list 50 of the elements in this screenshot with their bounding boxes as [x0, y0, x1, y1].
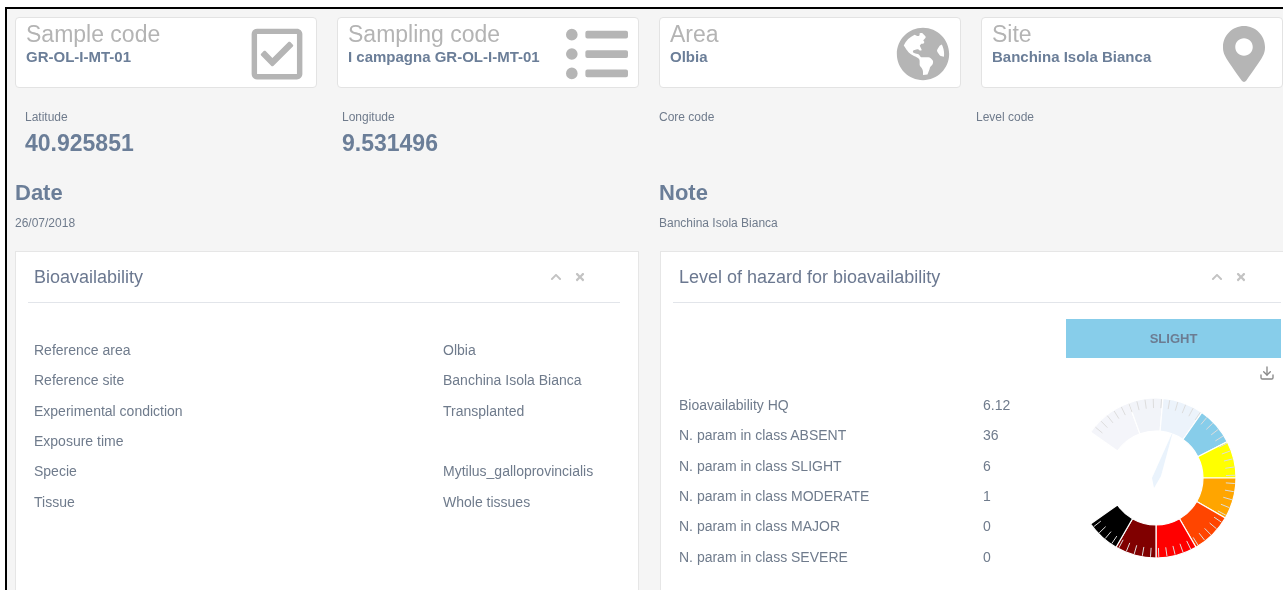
field-label: Core code	[659, 110, 716, 124]
card-value: GR-OL-I-MT-01	[26, 48, 132, 65]
field-label: Reference area	[34, 342, 132, 359]
card-value: I campagna GR-OL-I-MT-01	[348, 48, 540, 65]
field-label: N. param in class ABSENT	[679, 427, 848, 444]
field-value: 40.925851	[25, 130, 135, 157]
field-label: Exposure time	[34, 433, 125, 450]
field-value: Whole tissues	[443, 493, 532, 510]
field-label: Experimental condiction	[34, 402, 184, 419]
collapse-icon[interactable]	[550, 271, 562, 283]
field-value: Mytilus_galloprovincialis	[443, 463, 595, 480]
card-title: Sample code	[26, 20, 161, 48]
section-title: Note	[659, 180, 709, 206]
card-title: Sampling code	[348, 20, 502, 48]
field-label: Reference site	[34, 372, 126, 389]
close-icon[interactable]	[1235, 271, 1247, 283]
close-icon[interactable]	[574, 271, 586, 283]
field-value: 6.12	[983, 397, 1012, 414]
card-value: Banchina Isola Bianca	[992, 48, 1152, 65]
card-title: Site	[992, 20, 1033, 48]
section-value: 26/07/2018	[15, 216, 77, 230]
field-label: N. param in class SLIGHT	[679, 457, 843, 474]
card-title: Area	[670, 20, 719, 48]
field-value: Olbia	[443, 342, 477, 359]
field-value: Transplanted	[443, 402, 526, 419]
globe-icon	[896, 26, 950, 81]
field-label: Tissue	[34, 493, 76, 510]
field-label: Longitude	[342, 110, 396, 124]
field-label: Latitude	[25, 110, 69, 124]
field-value: 1	[983, 488, 992, 505]
field-label: Specie	[34, 463, 78, 480]
field-label: N. param in class MODERATE	[679, 488, 871, 505]
panel-title: Level of hazard for bioavailability	[679, 266, 941, 288]
collapse-icon[interactable]	[1211, 271, 1223, 283]
panel-title: Bioavailability	[34, 266, 144, 288]
field-label: Bioavailability HQ	[679, 397, 790, 414]
field-label: Level code	[976, 110, 1036, 124]
field-value: 0	[983, 518, 992, 535]
field-value: 9.531496	[342, 130, 439, 157]
field-value: Banchina Isola Bianca	[443, 372, 583, 389]
field-label: N. param in class SEVERE	[679, 548, 849, 565]
download-icon[interactable]	[1259, 365, 1275, 381]
field-value: 6	[983, 457, 992, 474]
hazard-level-badge: SLIGHT	[1066, 319, 1281, 358]
section-value: Banchina Isola Bianca	[659, 216, 779, 230]
field-label: N. param in class MAJOR	[679, 518, 842, 535]
field-value: 36	[983, 427, 1000, 444]
section-title: Date	[15, 180, 64, 206]
card-value: Olbia	[670, 48, 709, 65]
field-value: 0	[983, 548, 992, 565]
